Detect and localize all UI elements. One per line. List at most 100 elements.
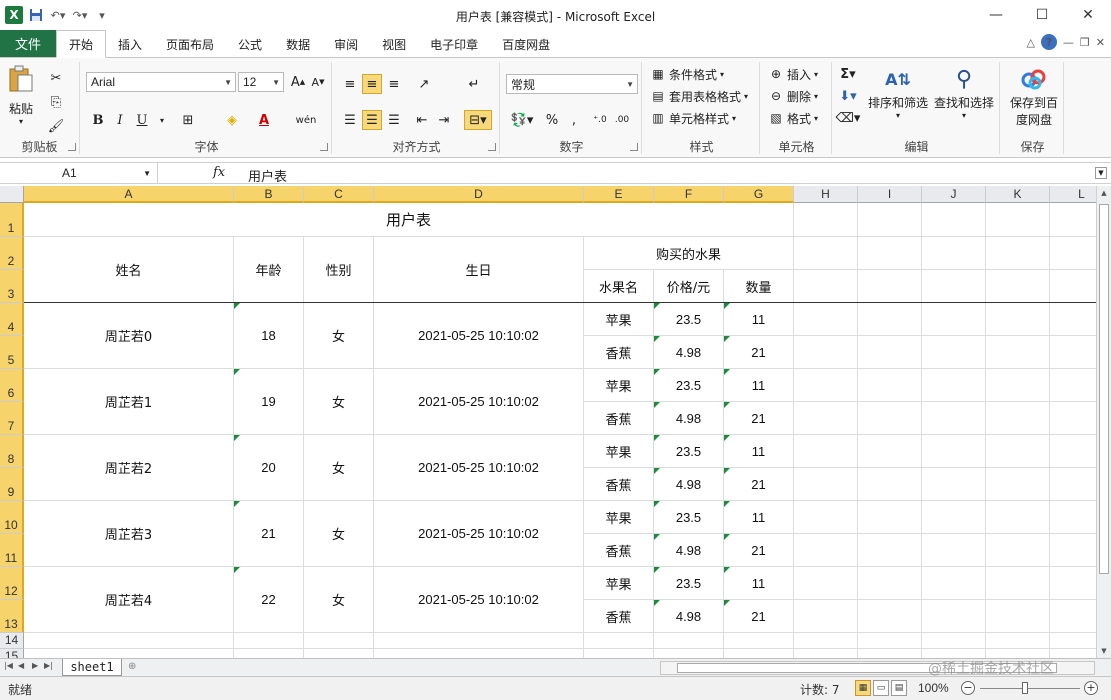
italic-button[interactable]: I	[110, 110, 130, 130]
tab-review[interactable]: 审阅	[322, 31, 370, 57]
align-center-icon[interactable]: ☰	[362, 110, 382, 130]
font-color-icon[interactable]: A	[254, 110, 274, 130]
row-header-3[interactable]: 3	[0, 270, 24, 303]
cell-price[interactable]: 4.98	[654, 600, 724, 633]
expand-formula-bar-icon[interactable]: ▼	[1095, 167, 1107, 179]
minimize-ribbon-icon[interactable]: △	[1026, 36, 1034, 49]
row-header-6[interactable]: 6	[0, 369, 24, 402]
column-header-j[interactable]: J	[922, 186, 986, 203]
cell-fruit-name[interactable]: 苹果	[584, 567, 654, 600]
row-header-7[interactable]: 7	[0, 402, 24, 435]
header-birthday[interactable]: 生日	[374, 237, 584, 303]
normal-view-icon[interactable]: ▦	[855, 680, 871, 696]
cell-qty[interactable]: 21	[724, 336, 794, 369]
cell-qty[interactable]: 11	[724, 435, 794, 468]
paste-dropdown-icon[interactable]: ▾	[19, 117, 23, 126]
cell-fruit-name[interactable]: 苹果	[584, 369, 654, 402]
insert-sheet-icon[interactable]: ⊕	[128, 661, 146, 674]
font-size-select[interactable]: 12 ▼	[238, 72, 284, 92]
increase-indent-icon[interactable]: ⇥	[434, 110, 454, 130]
zoom-out-icon[interactable]: −	[961, 681, 975, 695]
format-as-table-button[interactable]: ▤ 套用表格格式 ▾	[650, 86, 748, 106]
cell-price[interactable]: 23.5	[654, 567, 724, 600]
format-painter-icon[interactable]: 🖌	[46, 116, 66, 136]
workbook-minimize-icon[interactable]: —	[1063, 36, 1074, 49]
cell-price[interactable]: 4.98	[654, 534, 724, 567]
align-middle-icon[interactable]: ≡	[362, 74, 382, 94]
cell-qty[interactable]: 11	[724, 567, 794, 600]
cell-gender[interactable]: 女	[304, 303, 374, 369]
fill-icon[interactable]: ⬇▾	[838, 86, 858, 106]
cell-price[interactable]: 23.5	[654, 303, 724, 336]
name-box[interactable]: A1 ▼	[0, 163, 158, 184]
cell-qty[interactable]: 21	[724, 402, 794, 435]
autosum-icon[interactable]: Σ▾	[838, 64, 858, 84]
tab-page-layout[interactable]: 页面布局	[154, 31, 226, 57]
cell-age[interactable]: 19	[234, 369, 304, 435]
name-box-dropdown-icon[interactable]: ▼	[143, 163, 151, 184]
cell-qty[interactable]: 21	[724, 534, 794, 567]
merge-center-icon[interactable]: ⊟▾	[464, 110, 492, 130]
underline-button[interactable]: U	[132, 110, 152, 130]
cell-fruit-name[interactable]: 香蕉	[584, 534, 654, 567]
bold-button[interactable]: B	[88, 110, 108, 130]
cell-birthday[interactable]: 2021-05-25 10:10:02	[374, 567, 584, 633]
workbook-restore-icon[interactable]: ❐	[1080, 36, 1090, 49]
cell-price[interactable]: 4.98	[654, 336, 724, 369]
header-qty[interactable]: 数量	[724, 270, 794, 303]
cell-fruit-name[interactable]: 香蕉	[584, 402, 654, 435]
row-header-9[interactable]: 9	[0, 468, 24, 501]
undo-icon[interactable]: ↶▾	[48, 5, 68, 25]
save-icon[interactable]	[26, 5, 46, 25]
decrease-font-icon[interactable]: A ▼	[308, 72, 328, 92]
cell-price[interactable]: 4.98	[654, 402, 724, 435]
column-header-g[interactable]: G	[724, 186, 794, 203]
tab-data[interactable]: 数据	[274, 31, 322, 57]
cell-name[interactable]: 周芷若2	[24, 435, 234, 501]
workbook-close-icon[interactable]: ✕	[1096, 36, 1105, 49]
find-select-button[interactable]: ⚲ 查找和选择 ▾	[934, 64, 994, 121]
zoom-slider[interactable]	[980, 688, 1080, 689]
percent-style-button[interactable]: %	[542, 110, 562, 130]
align-bottom-icon[interactable]: ≡	[384, 74, 404, 94]
row-header-10[interactable]: 10	[0, 501, 24, 534]
customize-toolbar-icon[interactable]: ▾	[92, 5, 112, 25]
cell-fruit-name[interactable]: 苹果	[584, 501, 654, 534]
header-name[interactable]: 姓名	[24, 237, 234, 303]
cell-age[interactable]: 20	[234, 435, 304, 501]
column-header-l[interactable]: L	[1050, 186, 1096, 203]
number-launcher-icon[interactable]	[630, 143, 638, 151]
cell-birthday[interactable]: 2021-05-25 10:10:02	[374, 435, 584, 501]
cell-qty[interactable]: 21	[724, 468, 794, 501]
header-fruit-group[interactable]: 购买的水果	[584, 237, 794, 270]
format-cells-button[interactable]: ▧ 格式 ▾	[768, 108, 818, 128]
close-icon[interactable]: ✕	[1065, 0, 1111, 30]
decrease-decimal-icon[interactable]: .00	[612, 110, 632, 130]
cell-fruit-name[interactable]: 苹果	[584, 435, 654, 468]
row-header-4[interactable]: 4	[0, 303, 24, 336]
worksheet-grid[interactable]: ABCDEFGHIJKL 1 2 3 4 5 6 7 8 9 10 11 12 13 14 15 用户表 姓名…	[0, 186, 1096, 658]
row-header-15[interactable]: 15	[0, 649, 24, 658]
cell-name[interactable]: 周芷若3	[24, 501, 234, 567]
align-right-icon[interactable]: ☰	[384, 110, 404, 130]
conditional-formatting-button[interactable]: ▦ 条件格式 ▾	[650, 64, 724, 84]
formula-input[interactable]: 用户表	[248, 166, 287, 185]
zoom-level[interactable]: 100%	[918, 681, 949, 695]
insert-function-icon[interactable]: fx	[213, 165, 225, 180]
font-launcher-icon[interactable]	[320, 143, 328, 151]
cell-price[interactable]: 23.5	[654, 435, 724, 468]
column-header-f[interactable]: F	[654, 186, 724, 203]
column-header-e[interactable]: E	[584, 186, 654, 203]
row-header-8[interactable]: 8	[0, 435, 24, 468]
clear-icon[interactable]: ⌫▾	[836, 108, 861, 128]
cell-gender[interactable]: 女	[304, 501, 374, 567]
tab-view[interactable]: 视图	[370, 31, 418, 57]
redo-icon[interactable]: ↷▾	[70, 5, 90, 25]
cell-birthday[interactable]: 2021-05-25 10:10:02	[374, 501, 584, 567]
help-icon[interactable]: ?	[1040, 34, 1057, 50]
sort-filter-button[interactable]: A⇅ 排序和筛选 ▾	[868, 64, 928, 121]
delete-cells-button[interactable]: ⊖ 删除 ▾	[768, 86, 818, 106]
last-sheet-icon[interactable]: ▶|	[44, 661, 53, 670]
page-layout-view-icon[interactable]: ▭	[873, 680, 889, 696]
tab-insert[interactable]: 插入	[106, 31, 154, 57]
